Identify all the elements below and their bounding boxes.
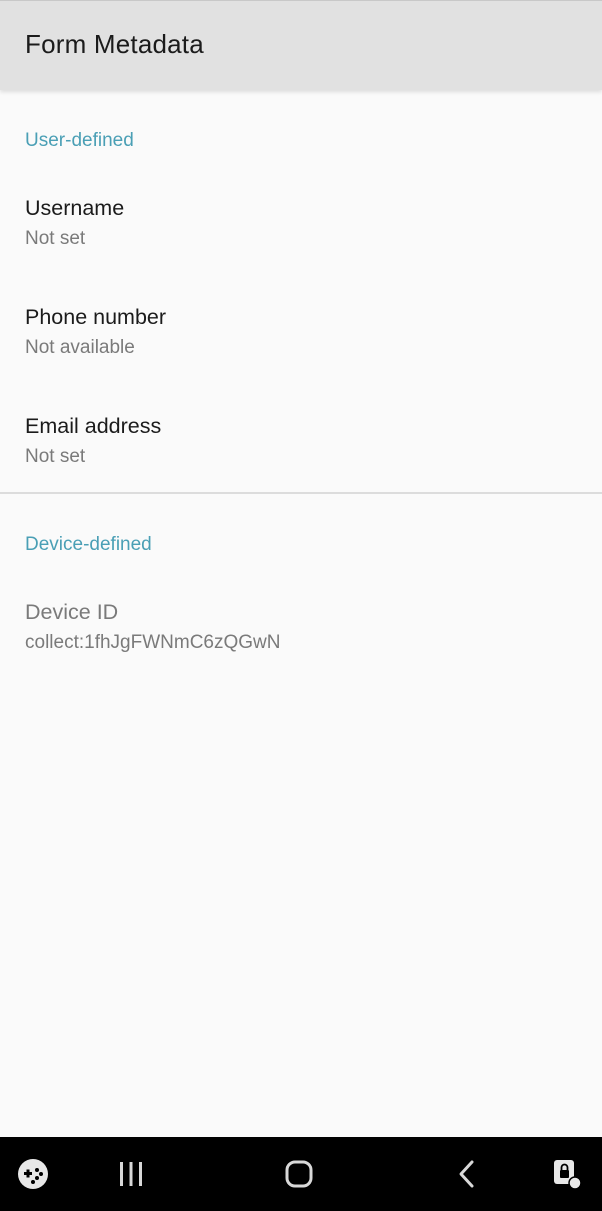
pref-title: Device ID [25,600,119,624]
system-navigation-bar [0,1137,602,1211]
recent-apps-icon[interactable] [96,1137,166,1211]
pref-title: Phone number [25,305,167,329]
home-icon[interactable] [264,1137,334,1211]
screen-lock-icon[interactable] [532,1137,602,1211]
form-metadata-screen: Form Metadata User-defined Username Not … [0,0,602,1211]
pref-email-address[interactable]: Email address Not set [0,414,602,514]
app-toolbar: Form Metadata [0,0,602,90]
game-launcher-icon[interactable] [0,1137,68,1211]
pref-title: Email address [25,414,162,438]
back-icon[interactable] [432,1137,502,1211]
pref-summary: Not available [25,337,135,358]
page-title: Form Metadata [25,29,204,59]
pref-username[interactable]: Username Not set [0,196,602,296]
pref-summary: Not set [25,446,86,467]
pref-device-id: Device ID collect:1fhJgFWNmC6zQGwN [0,600,602,700]
pref-title: Username [25,196,125,220]
pref-phone-number[interactable]: Phone number Not available [0,305,602,405]
section-divider [0,492,602,494]
category-header-user-defined: User-defined [25,130,134,151]
pref-summary: collect:1fhJgFWNmC6zQGwN [25,632,281,653]
pref-summary: Not set [25,228,86,249]
category-header-device-defined: Device-defined [25,534,152,555]
